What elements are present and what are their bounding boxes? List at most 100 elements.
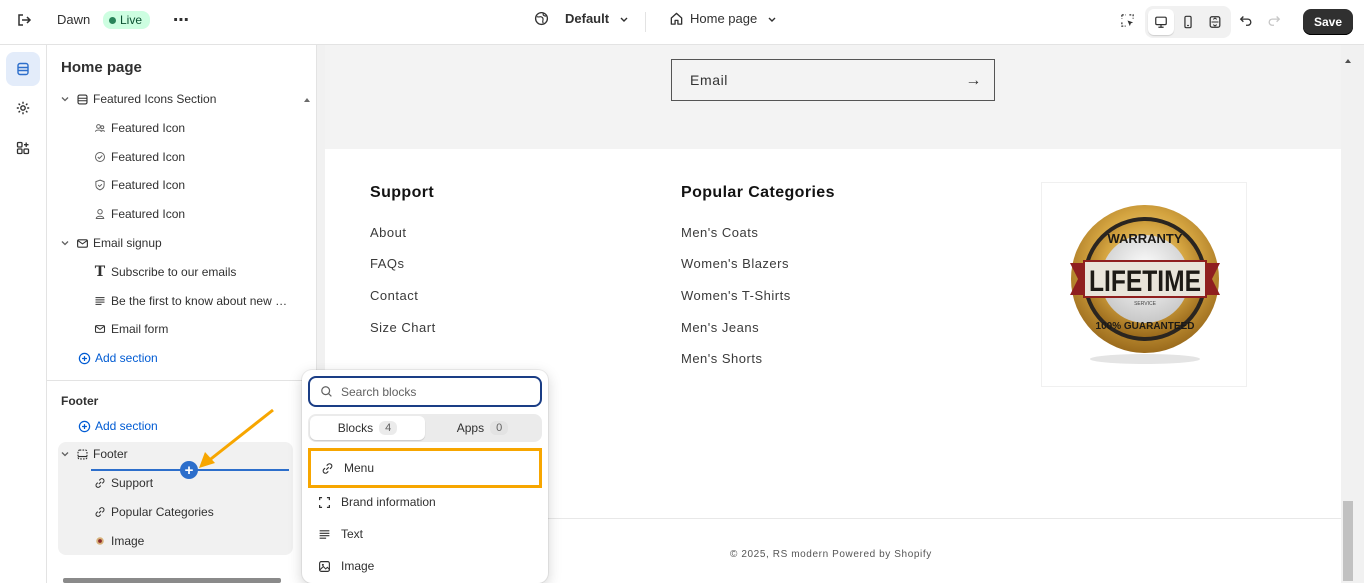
footer-link[interactable]: Men's Shorts <box>681 351 762 366</box>
footer-link[interactable]: Men's Jeans <box>681 320 759 335</box>
more-actions-icon[interactable]: ⋯ <box>168 7 194 33</box>
tab-blocks[interactable]: Blocks 4 <box>310 416 425 440</box>
seal-bottom-text: 100% GUARANTEED <box>1096 321 1195 332</box>
link-icon <box>91 477 109 489</box>
left-rail <box>0 45 47 583</box>
block-categories-menu[interactable]: Popular Categories <box>91 499 291 525</box>
save-button[interactable]: Save <box>1303 9 1354 35</box>
envelope-icon <box>73 237 91 250</box>
badge-check-icon <box>91 151 109 163</box>
block-paragraph[interactable]: Be the first to know about new c... <box>91 288 291 314</box>
tab-apps[interactable]: Apps 0 <box>425 416 540 440</box>
block-option-text[interactable]: Text <box>308 518 542 550</box>
search-icon <box>321 386 332 397</box>
page-title: Home page <box>61 59 142 76</box>
home-icon <box>670 12 683 25</box>
add-block-popover: Search blocks Blocks 4 Apps 0 Menu Brand… <box>302 370 548 583</box>
block-label: Subscribe to our emails <box>111 265 237 279</box>
sections-icon[interactable] <box>6 52 40 86</box>
newsletter-email-input[interactable]: Email → <box>671 59 995 101</box>
footer-link[interactable]: Women's T-Shirts <box>681 288 791 303</box>
arrow-right-icon[interactable]: → <box>965 72 982 90</box>
desktop-icon[interactable] <box>1148 9 1174 35</box>
fullscreen-icon[interactable] <box>1202 9 1228 35</box>
section-icon <box>73 93 91 106</box>
horizontal-scrollbar[interactable] <box>63 578 281 583</box>
add-section-label: Add section <box>95 419 158 433</box>
page-selector[interactable]: Home page <box>669 11 777 26</box>
footer-link[interactable]: Contact <box>370 288 418 303</box>
live-dot-icon <box>109 16 116 24</box>
plus-circle-icon <box>75 352 93 365</box>
footer-link[interactable]: Men's Coats <box>681 225 758 240</box>
copyright-text: © 2025, RS modern Powered by Shopify <box>730 549 932 560</box>
app-embeds-icon[interactable] <box>6 131 40 165</box>
toolbar-divider <box>645 12 646 32</box>
envelope-icon <box>91 323 109 335</box>
chevron-down-icon[interactable] <box>57 94 73 104</box>
device-switcher <box>1145 6 1231 38</box>
footer-link[interactable]: Size Chart <box>370 320 436 335</box>
block-option-label: Brand information <box>341 495 436 509</box>
person-icon <box>91 208 109 220</box>
categories-heading: Popular Categories <box>681 184 835 201</box>
live-badge: Live <box>103 11 151 29</box>
scroll-up-icon[interactable] <box>303 96 311 104</box>
template-selector[interactable]: Default <box>534 11 629 26</box>
search-placeholder: Search blocks <box>341 384 417 399</box>
scrollbar-thumb[interactable] <box>1343 501 1353 581</box>
block-option-menu[interactable]: Menu <box>308 448 542 488</box>
preview-scrollbar[interactable] <box>1341 45 1364 583</box>
undo-icon[interactable] <box>1233 7 1259 33</box>
block-featured-icon[interactable]: Featured Icon <box>91 172 291 198</box>
footer-image-card: WARRANTY LIFETIME SERVICE 100% GUARANTEE… <box>1041 182 1247 387</box>
block-label: Be the first to know about new c... <box>110 294 291 308</box>
live-label: Live <box>120 13 143 27</box>
block-label: Featured Icon <box>111 178 186 192</box>
block-option-label: Text <box>341 527 364 541</box>
block-label: Featured Icon <box>111 207 186 221</box>
search-blocks-input[interactable]: Search blocks <box>308 376 542 407</box>
section-email-signup[interactable]: Email signup <box>57 230 293 256</box>
block-featured-icon[interactable]: Featured Icon <box>91 115 291 141</box>
block-label: Image <box>111 534 145 548</box>
group-divider <box>47 380 316 381</box>
inspector-icon[interactable] <box>1114 7 1140 33</box>
redo-icon[interactable] <box>1261 7 1287 33</box>
section-label: Footer <box>93 447 128 461</box>
block-heading[interactable]: T Subscribe to our emails <box>91 259 291 285</box>
seal-top-text: WARRANTY <box>1107 231 1182 246</box>
exit-icon[interactable] <box>11 7 37 33</box>
people-icon <box>91 122 109 134</box>
chevron-down-icon[interactable] <box>57 449 73 459</box>
block-option-label: Image <box>341 559 375 573</box>
globe-icon <box>534 11 549 26</box>
block-email-form[interactable]: Email form <box>91 316 291 342</box>
scroll-up-icon[interactable] <box>1344 57 1352 65</box>
support-heading: Support <box>370 184 435 201</box>
mobile-icon[interactable] <box>1175 9 1201 35</box>
block-label: Support <box>111 476 154 490</box>
block-featured-icon[interactable]: Featured Icon <box>91 201 291 227</box>
link-icon <box>322 462 333 474</box>
image-icon <box>319 560 330 572</box>
block-featured-icon[interactable]: Featured Icon <box>91 144 291 170</box>
template-label: Default <box>565 11 610 26</box>
footer-link[interactable]: FAQs <box>370 256 405 271</box>
theme-settings-icon[interactable] <box>6 91 40 125</box>
top-bar: Dawn Live ⋯ Default Home page Save <box>0 0 1364 45</box>
chevron-down-icon[interactable] <box>57 238 73 248</box>
tab-count: 4 <box>379 421 398 435</box>
tab-count: 0 <box>490 421 509 435</box>
block-label: Email form <box>111 322 169 336</box>
block-image[interactable]: Image <box>91 528 291 554</box>
shield-icon <box>91 179 109 191</box>
block-option-image[interactable]: Image <box>308 550 542 582</box>
block-option-brand-information[interactable]: Brand information <box>308 486 542 518</box>
section-featured-icons[interactable]: Featured Icons Section <box>57 86 293 112</box>
annotation-arrow-icon <box>199 408 274 468</box>
theme-name[interactable]: Dawn <box>57 12 90 27</box>
add-section-button[interactable]: Add section <box>75 345 311 371</box>
footer-link[interactable]: About <box>370 225 406 240</box>
footer-link[interactable]: Women's Blazers <box>681 256 789 271</box>
